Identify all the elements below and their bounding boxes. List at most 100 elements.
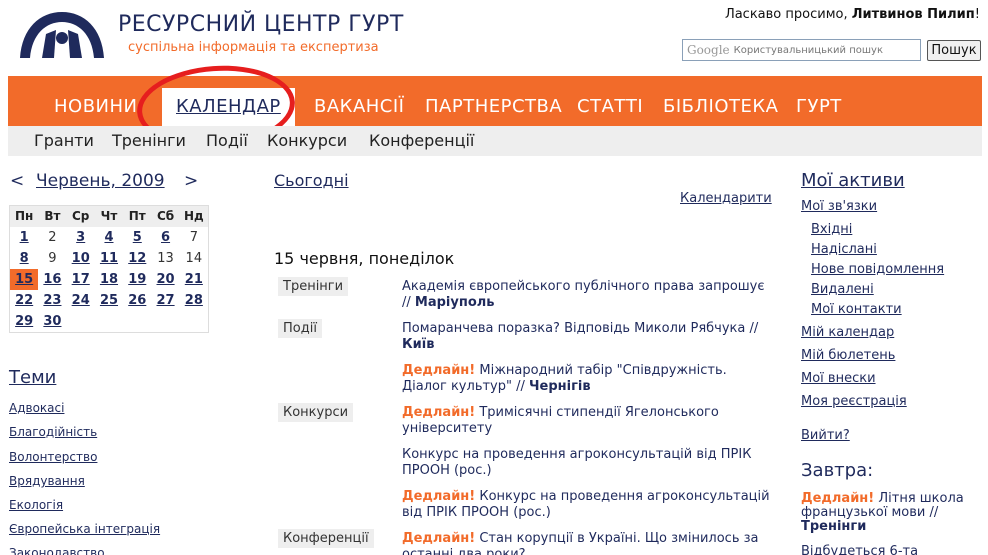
user-name[interactable]: Литвинов Пилип <box>852 7 975 22</box>
event-city[interactable]: Чернігів <box>529 379 591 394</box>
gurt-logo[interactable] <box>16 8 108 60</box>
weekday-header: Чт <box>94 206 124 227</box>
my-bulletin-link[interactable]: Мій бюлетень <box>801 348 895 363</box>
calendar-day[interactable]: 16 <box>38 269 66 290</box>
my-registration-link[interactable]: Моя реєстрація <box>801 394 907 409</box>
calendar-week: 29 30 <box>10 311 208 332</box>
my-calendar-link[interactable]: Мій календар <box>801 325 894 340</box>
my-assets-title[interactable]: Мої активи <box>801 170 905 191</box>
nav-gurt[interactable]: ГУРТ <box>796 96 842 117</box>
calendar-day[interactable]: 29 <box>10 311 38 332</box>
calendar-day[interactable]: 5 <box>123 227 151 248</box>
calendars-link[interactable]: Календарити <box>680 191 772 206</box>
event-city[interactable]: Маріуполь <box>415 295 495 310</box>
subnav-events[interactable]: Події <box>206 131 248 150</box>
event-item[interactable]: Дедлайн! Стан корупції в Україні. Що змі… <box>402 531 774 555</box>
event-text[interactable]: Конкурс на проведення агроконсультацій в… <box>402 447 751 478</box>
topics-title[interactable]: Теми <box>9 367 56 388</box>
event-item[interactable]: Помаранчева поразка? Відповідь Миколи Ря… <box>402 321 774 353</box>
topic-link[interactable]: Благодійність <box>9 425 97 439</box>
subnav-trainings[interactable]: Тренінги <box>112 131 186 150</box>
topic-link[interactable]: Волонтерство <box>9 450 97 464</box>
calendar-day[interactable]: 28 <box>180 290 208 311</box>
tomorrow-title: Завтра: <box>801 460 874 481</box>
new-message-link[interactable]: Нове повідомлення <box>811 262 944 277</box>
calendar-weekdays: Пн Вт Ср Чт Пт Сб Нд <box>10 206 208 227</box>
site-title: РЕСУРСНИЙ ЦЕНТР ГУРТ <box>118 12 404 37</box>
calendar-day[interactable]: 12 <box>123 248 151 269</box>
calendar-day[interactable]: 8 <box>10 248 38 269</box>
calendar-day[interactable]: 15 <box>10 269 39 290</box>
calendar-day[interactable]: 23 <box>38 290 66 311</box>
my-connections-link[interactable]: Мої зв'язки <box>801 199 877 214</box>
calendar-empty-cell <box>180 311 208 332</box>
search-input[interactable]: Google Користувальницький пошук <box>682 39 921 61</box>
event-text[interactable]: Помаранчева поразка? Відповідь Миколи Ря… <box>402 321 758 336</box>
nav-library[interactable]: БІБЛІОТЕКА <box>663 96 778 117</box>
subnav-grants[interactable]: Гранти <box>34 131 94 150</box>
nav-articles[interactable]: СТАТТІ <box>577 96 643 117</box>
event-item[interactable]: Дедлайн! Конкурс на проведення агроконсу… <box>402 489 774 521</box>
calendar-day[interactable]: 19 <box>123 269 151 290</box>
welcome-message: Ласкаво просимо, Литвинов Пилип! <box>725 7 980 22</box>
search-placeholder: Користувальницький пошук <box>733 44 883 56</box>
calendar-day[interactable]: 25 <box>95 290 123 311</box>
event-item[interactable]: Дедлайн! Міжнародний табір "Співдружніст… <box>402 363 774 395</box>
contacts-link[interactable]: Мої контакти <box>811 302 902 317</box>
topic-link[interactable]: Адвокасі <box>9 401 64 415</box>
category-label-conferences[interactable]: Конференції <box>278 529 374 548</box>
next-month-icon[interactable]: > <box>184 171 198 191</box>
search-button[interactable]: Пошук <box>927 40 981 61</box>
calendar-day[interactable]: 21 <box>180 269 208 290</box>
calendar-month[interactable]: Червень, 2009 <box>36 171 165 191</box>
site-subtitle: суспільна інформація та експертиза <box>128 40 379 55</box>
category-label-contests[interactable]: Конкурси <box>278 403 354 422</box>
calendar-day[interactable]: 3 <box>67 227 95 248</box>
calendar-day[interactable]: 1 <box>10 227 38 248</box>
topic-link[interactable]: Законодавство <box>9 546 105 555</box>
calendar-day[interactable]: 11 <box>95 248 123 269</box>
sent-link[interactable]: Надіслані <box>811 242 877 257</box>
tomorrow-event-category[interactable]: Тренінги <box>801 519 866 534</box>
calendar-empty-cell <box>151 311 179 332</box>
calendar-day[interactable]: 27 <box>151 290 179 311</box>
inbox-link[interactable]: Вхідні <box>811 222 852 237</box>
calendar-day[interactable]: 24 <box>67 290 95 311</box>
category-label-trainings[interactable]: Тренінги <box>278 277 349 296</box>
nav-partnerships[interactable]: ПАРТНЕРСТВА <box>425 96 562 117</box>
calendar-day[interactable]: 30 <box>38 311 66 332</box>
calendar-empty-cell <box>67 311 95 332</box>
calendar-day[interactable]: 10 <box>67 248 95 269</box>
my-contributions-link[interactable]: Мої внески <box>801 371 876 386</box>
calendar-day[interactable]: 17 <box>67 269 95 290</box>
nav-news[interactable]: НОВИНИ <box>54 96 138 117</box>
subnav-contests[interactable]: Конкурси <box>267 131 347 150</box>
nav-vacancies[interactable]: ВАКАНСІЇ <box>314 96 404 117</box>
prev-month-icon[interactable]: < <box>10 171 24 191</box>
google-logo: Google <box>687 43 730 57</box>
calendar-day[interactable]: 22 <box>10 290 38 311</box>
tomorrow-event-2[interactable]: Відбудеться 6-та Асамблея <box>801 544 988 555</box>
calendar-day[interactable]: 26 <box>123 290 151 311</box>
tomorrow-event[interactable]: Дедлайн! Літня школа французької мови //… <box>801 492 981 534</box>
calendar-day[interactable]: 20 <box>151 269 179 290</box>
calendar-day[interactable]: 18 <box>95 269 123 290</box>
event-item[interactable]: Дедлайн! Тримісячні стипендії Ягелонсько… <box>402 405 774 437</box>
calendar-weeks: 1 2 3 4 5 6 7 8 9 10 11 12 13 14 15 16 17 18 19 20 21 22 23 24 2… <box>10 227 208 332</box>
weekday-header: Пн <box>10 206 39 227</box>
event-item[interactable]: Академія європейського публічного права … <box>402 279 774 311</box>
calendar-day[interactable]: 6 <box>151 227 179 248</box>
category-label-events[interactable]: Події <box>278 319 322 338</box>
weekday-header: Пт <box>123 206 152 227</box>
deleted-link[interactable]: Видалені <box>811 282 874 297</box>
subnav-conferences[interactable]: Конференції <box>369 131 474 150</box>
event-city[interactable]: Київ <box>402 337 434 352</box>
topic-link[interactable]: Європейська інтеграція <box>9 522 160 536</box>
topic-link[interactable]: Екологія <box>9 498 63 512</box>
calendar-day[interactable]: 4 <box>95 227 123 248</box>
today-link[interactable]: Сьогодні <box>274 171 349 190</box>
logout-link[interactable]: Вийти? <box>801 428 850 443</box>
event-item[interactable]: Конкурс на проведення агроконсультацій в… <box>402 447 774 479</box>
topic-link[interactable]: Врядування <box>9 474 85 488</box>
calendar-week: 1234567 <box>10 227 208 248</box>
